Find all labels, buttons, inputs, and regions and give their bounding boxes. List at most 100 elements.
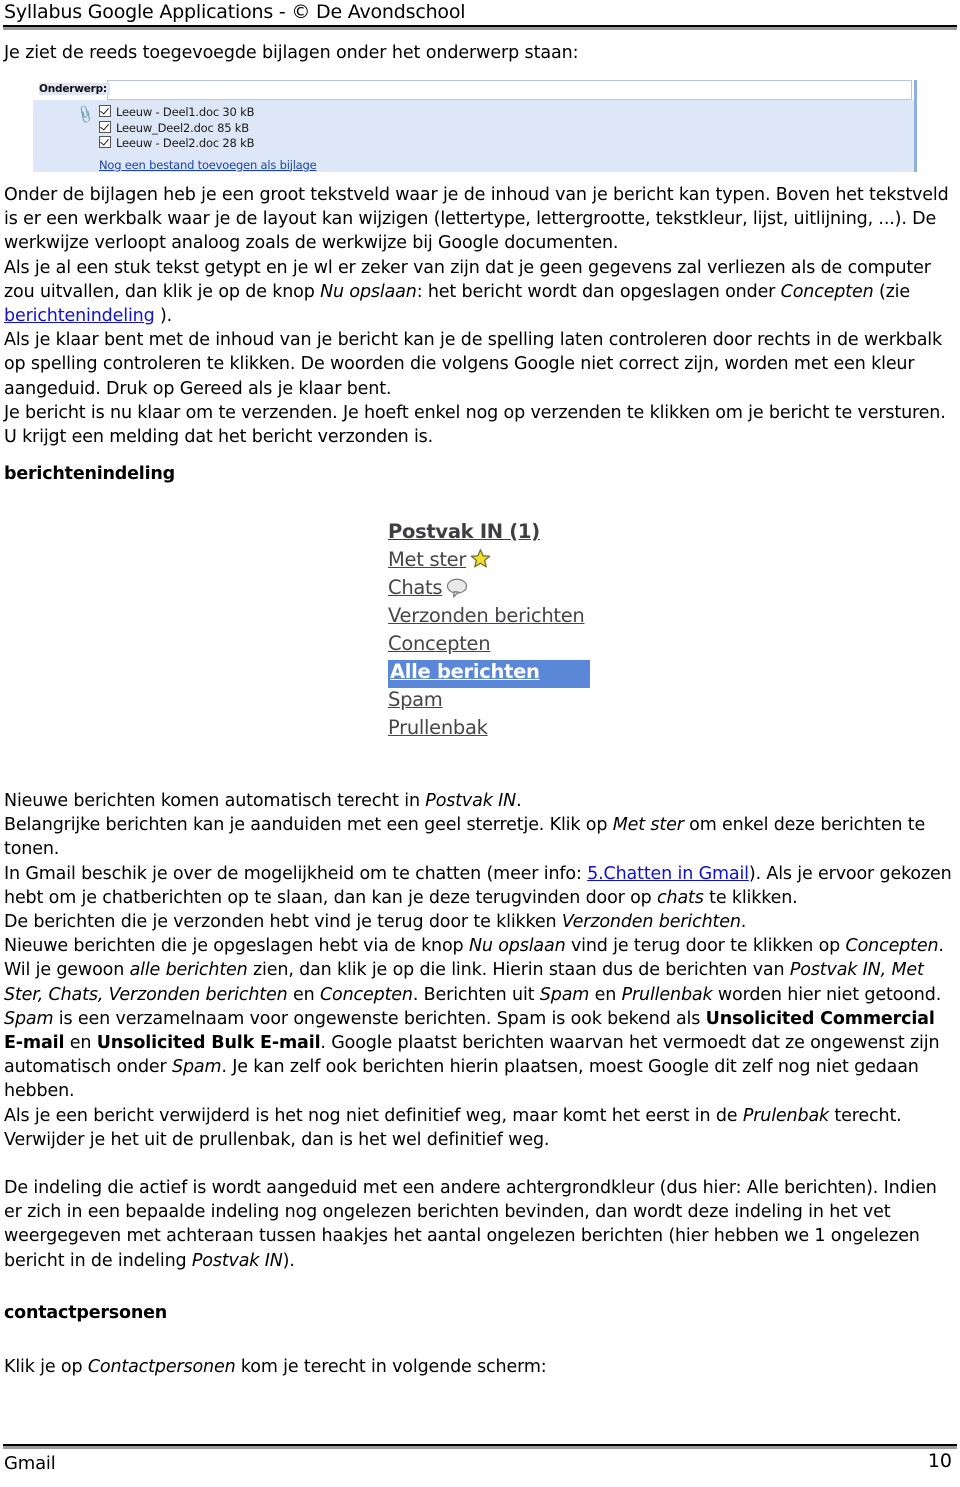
page-header: Syllabus Google Applications - © De Avon… <box>0 0 960 30</box>
link-berichtenindeling[interactable]: berichtenindeling <box>4 306 155 326</box>
paragraph-spellcheck: Als je klaar bent met de inhoud van je b… <box>4 328 952 401</box>
emphasis-spam: Spam <box>539 984 590 1005</box>
emphasis-met-ster: Met ster <box>612 815 684 836</box>
paragraph-text: zien, dan klik je op die link. Hierin st… <box>247 960 790 981</box>
paragraph-save-draft: Als je al een stuk tekst getypt en je wl… <box>4 256 952 329</box>
attachment-list: 📎 Leeuw - Deel1.doc 30 kB Leeuw_Deel2.do… <box>74 104 317 173</box>
paragraph-text: Nieuwe berichten die je opgeslagen hebt … <box>4 936 469 957</box>
label-text: Spam <box>388 688 443 711</box>
footer-label: Gmail <box>4 1453 56 1474</box>
label-text: Met ster <box>388 548 467 571</box>
paragraph-text: ). <box>154 306 173 327</box>
paragraph-text: Nieuwe berichten komen automatisch terec… <box>4 791 426 811</box>
paragraph-send: Je bericht is nu klaar om te verzenden. … <box>4 401 952 449</box>
label-item-met-ster[interactable]: Met ster <box>388 548 628 576</box>
paragraph-alle-berichten: Wil je gewoon alle berichten zien, dan k… <box>4 958 952 1006</box>
emphasis-postvak-in: Postvak IN <box>425 791 517 811</box>
page-header-title: Syllabus Google Applications - © De Avon… <box>4 1 466 23</box>
emphasis-spam: Spam <box>172 1057 222 1078</box>
label-text: Chats <box>388 576 443 599</box>
emphasis-chats: chats <box>657 887 704 908</box>
attachment-row[interactable]: Leeuw - Deel1.doc 30 kB <box>99 105 317 121</box>
paragraph-spam: Spam is een verzamelnaam voor ongewenste… <box>4 1007 952 1104</box>
emphasis-spam: Spam <box>4 1008 54 1029</box>
paragraph-text: Als je een bericht verwijderd is het nog… <box>4 1105 743 1126</box>
paragraph-text: Belangrijke berichten kan je aanduiden m… <box>4 815 613 836</box>
attachment-checkbox[interactable] <box>99 136 111 148</box>
attachment-size: 85 kB <box>217 120 249 135</box>
label-text: Postvak IN (1) <box>388 520 540 543</box>
label-item-alle-berichten[interactable]: Alle berichten <box>388 660 590 688</box>
paragraph-indeling: De indeling die actief is wordt aangedui… <box>4 1176 952 1273</box>
header-divider <box>3 25 957 30</box>
paragraph-text: . Berichten uit <box>412 984 540 1005</box>
paragraph-text: De indeling die actief is wordt aangedui… <box>4 1178 937 1271</box>
emphasis-concepten: Concepten <box>319 984 413 1005</box>
footer-page-number: 10 <box>927 1450 952 1472</box>
emphasis-prullenbak: Prullenbak <box>621 984 713 1005</box>
attachment-checkbox[interactable] <box>99 105 111 117</box>
paragraph-text: In Gmail beschik je over de mogelijkheid… <box>4 863 588 884</box>
paragraph-text: . <box>740 912 747 933</box>
paragraph-text: Klik je op <box>4 1357 88 1377</box>
heading-contactpersonen: contactpersonen <box>4 1303 168 1323</box>
paragraph-text: en <box>589 984 622 1005</box>
paragraph-text: kom je terecht in volgende scherm: <box>235 1357 547 1377</box>
paragraph-textarea-toolbar: Onder de bijlagen heb je een groot tekst… <box>4 183 952 256</box>
paragraph-text: en <box>64 1033 97 1054</box>
emphasis-concepten: Concepten <box>780 281 874 302</box>
label-item-postvak-in[interactable]: Postvak IN (1) <box>388 520 628 548</box>
paragraph-verzonden: De berichten die je verzonden hebt vind … <box>4 910 952 934</box>
emphasis-concepten: Concepten <box>845 936 939 957</box>
subject-label: Onderwerp: <box>39 83 110 95</box>
footer-divider <box>3 1444 957 1449</box>
emphasis-contactpersonen: Contactpersonen <box>87 1357 236 1377</box>
paragraph-postvak-in: Nieuwe berichten komen automatisch terec… <box>4 789 952 813</box>
label-item-chats[interactable]: Chats <box>388 576 628 604</box>
closing-line: Klik je op Contactpersonen kom je terech… <box>4 1355 952 1379</box>
paragraph-text: ). <box>282 1250 295 1271</box>
paragraph-text: en <box>287 984 320 1005</box>
label-item-concepten[interactable]: Concepten <box>388 632 628 660</box>
paragraph-text: te klikken. <box>703 887 798 908</box>
attachment-checkbox[interactable] <box>99 120 111 133</box>
paragraph-text: : het bericht wordt dan opgeslagen onder <box>416 281 781 302</box>
paragraph-text: De berichten die je verzonden hebt vind … <box>4 912 562 933</box>
add-attachment-link[interactable]: Nog een bestand toevoegen als bijlage <box>99 158 317 172</box>
attachment-row[interactable]: Leeuw - Deel2.doc 28 kB <box>99 136 317 152</box>
attachment-size: 28 kB <box>222 136 255 150</box>
label-item-prullenbak[interactable]: Prullenbak <box>388 716 628 744</box>
heading-berichtenindeling: berichtenindeling <box>4 464 175 484</box>
subject-input[interactable] <box>107 80 912 100</box>
label-item-verzonden-berichten[interactable]: Verzonden berichten <box>388 604 628 632</box>
paragraph-text: Je bericht is nu klaar om te verzenden. … <box>4 402 946 448</box>
paragraph-text: (zie <box>873 281 911 302</box>
paragraph-text: . <box>516 791 522 811</box>
chat-bubble-icon <box>446 578 468 603</box>
paragraph-concepten: Nieuwe berichten die je opgeslagen hebt … <box>4 934 952 958</box>
emphasis-alle-berichten: alle berichten <box>129 960 248 981</box>
label-item-spam[interactable]: Spam <box>388 688 628 716</box>
paragraph-text: . <box>938 936 944 957</box>
paperclip-icon: 📎 <box>73 104 96 126</box>
emphasis-prulenbak: Prulenbak <box>742 1105 830 1126</box>
intro-line: Je ziet de reeds toegevoegde bijlagen on… <box>4 43 579 63</box>
attachment-name: Leeuw - Deel1.doc <box>116 105 219 119</box>
paragraph-text: vind je terug door te klikken op <box>565 936 846 957</box>
attachment-screenshot: Onderwerp: 📎 Leeuw - Deel1.doc 30 kB Lee… <box>33 80 917 172</box>
paragraph-prullenbak: Als je een bericht verwijderd is het nog… <box>4 1104 952 1152</box>
gmail-labels-screenshot: Postvak IN (1) Met ster Chats Verzonden … <box>388 520 628 744</box>
emphasis-nu-opslaan: Nu opslaan <box>468 936 566 957</box>
paragraph-met-ster: Belangrijke berichten kan je aanduiden m… <box>4 813 952 861</box>
paragraph-text: is een verzamelnaam voor ongewenste beri… <box>53 1008 706 1029</box>
paragraph-text: Als je klaar bent met de inhoud van je b… <box>4 330 942 399</box>
attachment-size: 30 kB <box>222 105 255 119</box>
attachment-name: Leeuw - Deel2.doc <box>116 136 219 150</box>
link-chatten-in-gmail[interactable]: 5.Chatten in Gmail <box>587 864 749 884</box>
attachment-row[interactable]: Leeuw_Deel2.doc 85 kB <box>99 120 317 137</box>
label-text: Prullenbak <box>388 716 488 739</box>
label-text: Alle berichten <box>390 660 540 683</box>
paragraph-text: Wil je gewoon <box>4 960 130 981</box>
subject-row: Onderwerp: <box>33 80 914 100</box>
label-text: Concepten <box>388 632 491 655</box>
